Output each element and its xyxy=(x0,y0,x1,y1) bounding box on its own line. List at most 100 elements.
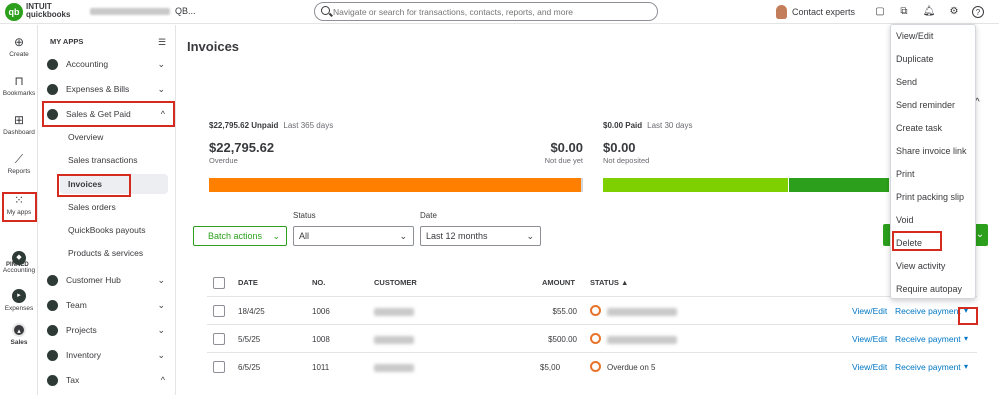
menu-item-require-autopay[interactable]: Require autopay xyxy=(896,282,962,296)
rail-create-label: Create xyxy=(9,51,29,58)
status-filter-select[interactable]: All ⌄ xyxy=(293,226,414,246)
sidebar-item-label: Team xyxy=(66,300,87,310)
gear-icon[interactable]: ⚙ xyxy=(947,5,961,19)
menu-item-send-reminder[interactable]: Send reminder xyxy=(896,98,955,112)
menu-item-view-activity[interactable]: View activity xyxy=(896,259,945,273)
sidebar-item-label: Tax xyxy=(66,375,80,385)
rail-expenses-label: Expenses xyxy=(4,305,34,312)
header-no[interactable]: NO. xyxy=(312,272,325,294)
sidebar-item-customer-hub[interactable]: Customer Hub ⌄ xyxy=(47,270,169,290)
highlight-row-caret xyxy=(958,307,978,325)
sidebar-sub-quickbooks-payouts[interactable]: QuickBooks payouts xyxy=(60,220,168,240)
quickbooks-logo-icon[interactable]: qb xyxy=(5,3,23,21)
sidebar-item-expenses-bills[interactable]: Expenses & Bills ⌄ xyxy=(47,79,169,99)
menu-item-print-packing-slip[interactable]: Print packing slip xyxy=(896,190,964,204)
rail-pinned-expenses[interactable]: ▸ Expenses xyxy=(0,289,38,312)
search-input[interactable] xyxy=(333,5,643,18)
unpaid-period: Last 365 days xyxy=(283,121,334,130)
sidebar-sub-overview[interactable]: Overview xyxy=(60,127,168,147)
company-name[interactable]: QB... xyxy=(175,6,196,16)
rail-pinned-sales[interactable]: ▴ Sales xyxy=(0,323,38,346)
collapse-menu-icon[interactable]: ☰ xyxy=(158,37,166,48)
paid-period: Last 30 days xyxy=(647,121,693,130)
sidebar-sub-products-services[interactable]: Products & services xyxy=(60,243,168,263)
table-row[interactable]: 6/5/25 1011 $5,00 Overdue on 5 View/Edit… xyxy=(207,352,977,380)
receive-payment-link[interactable]: Receive payment xyxy=(895,306,961,316)
bookmark-icon: ⊓ xyxy=(14,74,24,88)
header-amount[interactable]: AMOUNT xyxy=(542,272,575,294)
not-due-bar[interactable] xyxy=(581,178,583,192)
not-deposited-bar[interactable] xyxy=(603,178,788,192)
row-actions-caret-icon[interactable]: ▾ xyxy=(964,362,968,371)
row-checkbox[interactable] xyxy=(213,361,225,373)
view-edit-link[interactable]: View/Edit xyxy=(852,306,887,316)
batch-actions-button[interactable]: Batch actions ⌄ xyxy=(193,226,287,246)
receive-payment-link[interactable]: Receive payment xyxy=(895,362,961,372)
chevron-down-icon: ⌄ xyxy=(157,324,165,335)
cell-customer-redacted xyxy=(374,364,414,372)
view-edit-link[interactable]: View/Edit xyxy=(852,334,887,344)
menu-item-view-edit[interactable]: View/Edit xyxy=(896,29,933,43)
cell-date: 5/5/25 xyxy=(238,335,261,344)
sidebar-item-accounting[interactable]: Accounting ⌄ xyxy=(47,54,169,74)
sidebar-item-team[interactable]: Team ⌄ xyxy=(47,295,169,315)
global-search[interactable] xyxy=(314,2,658,21)
sidebar-item-label: Projects xyxy=(66,325,97,335)
batch-actions-label: Batch actions xyxy=(208,231,263,241)
help-icon[interactable]: ? xyxy=(972,6,984,18)
row-actions-caret-icon[interactable]: ▾ xyxy=(964,334,968,343)
menu-item-duplicate[interactable]: Duplicate xyxy=(896,52,934,66)
cell-no: 1008 xyxy=(312,335,330,344)
menu-item-print[interactable]: Print xyxy=(896,167,915,181)
bell-icon[interactable]: 🔔︎ xyxy=(922,5,936,19)
sidebar-item-inventory[interactable]: Inventory ⌄ xyxy=(47,345,169,365)
chevron-down-icon: ⌄ xyxy=(157,83,165,94)
sidebar-item-projects[interactable]: Projects ⌄ xyxy=(47,320,169,340)
date-filter-select[interactable]: Last 12 months ⌄ xyxy=(420,226,541,246)
deposited-bar[interactable] xyxy=(789,178,889,192)
row-checkbox[interactable] xyxy=(213,333,225,345)
receive-payment-link[interactable]: Receive payment xyxy=(895,334,961,344)
sidebar-sub-sales-orders[interactable]: Sales orders xyxy=(60,197,168,217)
header-date[interactable]: DATE xyxy=(238,272,258,294)
menu-item-create-task[interactable]: Create task xyxy=(896,121,942,135)
contact-experts-button[interactable]: Contact experts xyxy=(776,4,855,20)
rail-dashboard[interactable]: ⊞ Dashboard xyxy=(0,113,38,136)
plus-icon: ⊕ xyxy=(13,35,25,49)
row-checkbox[interactable] xyxy=(213,305,225,317)
contact-experts-label: Contact experts xyxy=(792,7,856,17)
select-all-checkbox[interactable] xyxy=(213,277,225,289)
sidebar-item-tax[interactable]: Tax ^ xyxy=(47,370,169,390)
menu-item-send[interactable]: Send xyxy=(896,75,917,89)
header-status[interactable]: STATUS ▲ xyxy=(590,272,628,294)
chevron-up-icon: ^ xyxy=(160,375,165,385)
chevron-down-icon: ⌄ xyxy=(157,299,165,310)
menu-item-share-invoice-link[interactable]: Share invoice link xyxy=(896,144,967,158)
table-row[interactable]: 5/5/25 1008 $500.00 View/Edit Receive pa… xyxy=(207,324,977,352)
date-filter-value: Last 12 months xyxy=(426,231,488,241)
sub-label: Overview xyxy=(68,132,104,142)
cell-status-redacted xyxy=(607,336,677,344)
sales-app-icon: ▴ xyxy=(12,323,26,337)
rail-pinned-accounting[interactable]: ◆ Accounting xyxy=(0,251,38,274)
customer-hub-icon xyxy=(47,274,58,286)
rail-bookmarks[interactable]: ⊓ Bookmarks xyxy=(0,74,38,97)
sidebar-sub-sales-transactions[interactable]: Sales transactions xyxy=(60,150,168,170)
cell-customer-redacted xyxy=(374,336,414,344)
unpaid-summary[interactable]: $22,795.62 Unpaid Last 365 days $22,795.6… xyxy=(209,121,583,165)
company-name-redacted xyxy=(90,8,170,15)
cell-amount: $500.00 xyxy=(548,335,577,344)
rail-reports[interactable]: ⟋ Reports xyxy=(0,152,38,175)
top-bar: qb INTUIT quickbooks QB... Contact exper… xyxy=(0,0,999,24)
header-customer[interactable]: CUSTOMER xyxy=(374,272,417,294)
chevron-down-icon: ⌄ xyxy=(399,230,407,241)
menu-item-void[interactable]: Void xyxy=(896,213,914,227)
table-row[interactable]: 18/4/25 1006 $55.00 View/Edit Receive pa… xyxy=(207,296,977,324)
overdue-bar[interactable] xyxy=(209,178,581,192)
date-filter-label: Date xyxy=(420,211,437,220)
tasks-icon[interactable]: ▢ xyxy=(873,5,887,19)
apps-icon[interactable]: ⧉ xyxy=(897,5,911,19)
rail-create[interactable]: ⊕ Create xyxy=(0,35,38,58)
view-edit-link[interactable]: View/Edit xyxy=(852,362,887,372)
accounting-app-icon: ◆ xyxy=(12,251,26,265)
